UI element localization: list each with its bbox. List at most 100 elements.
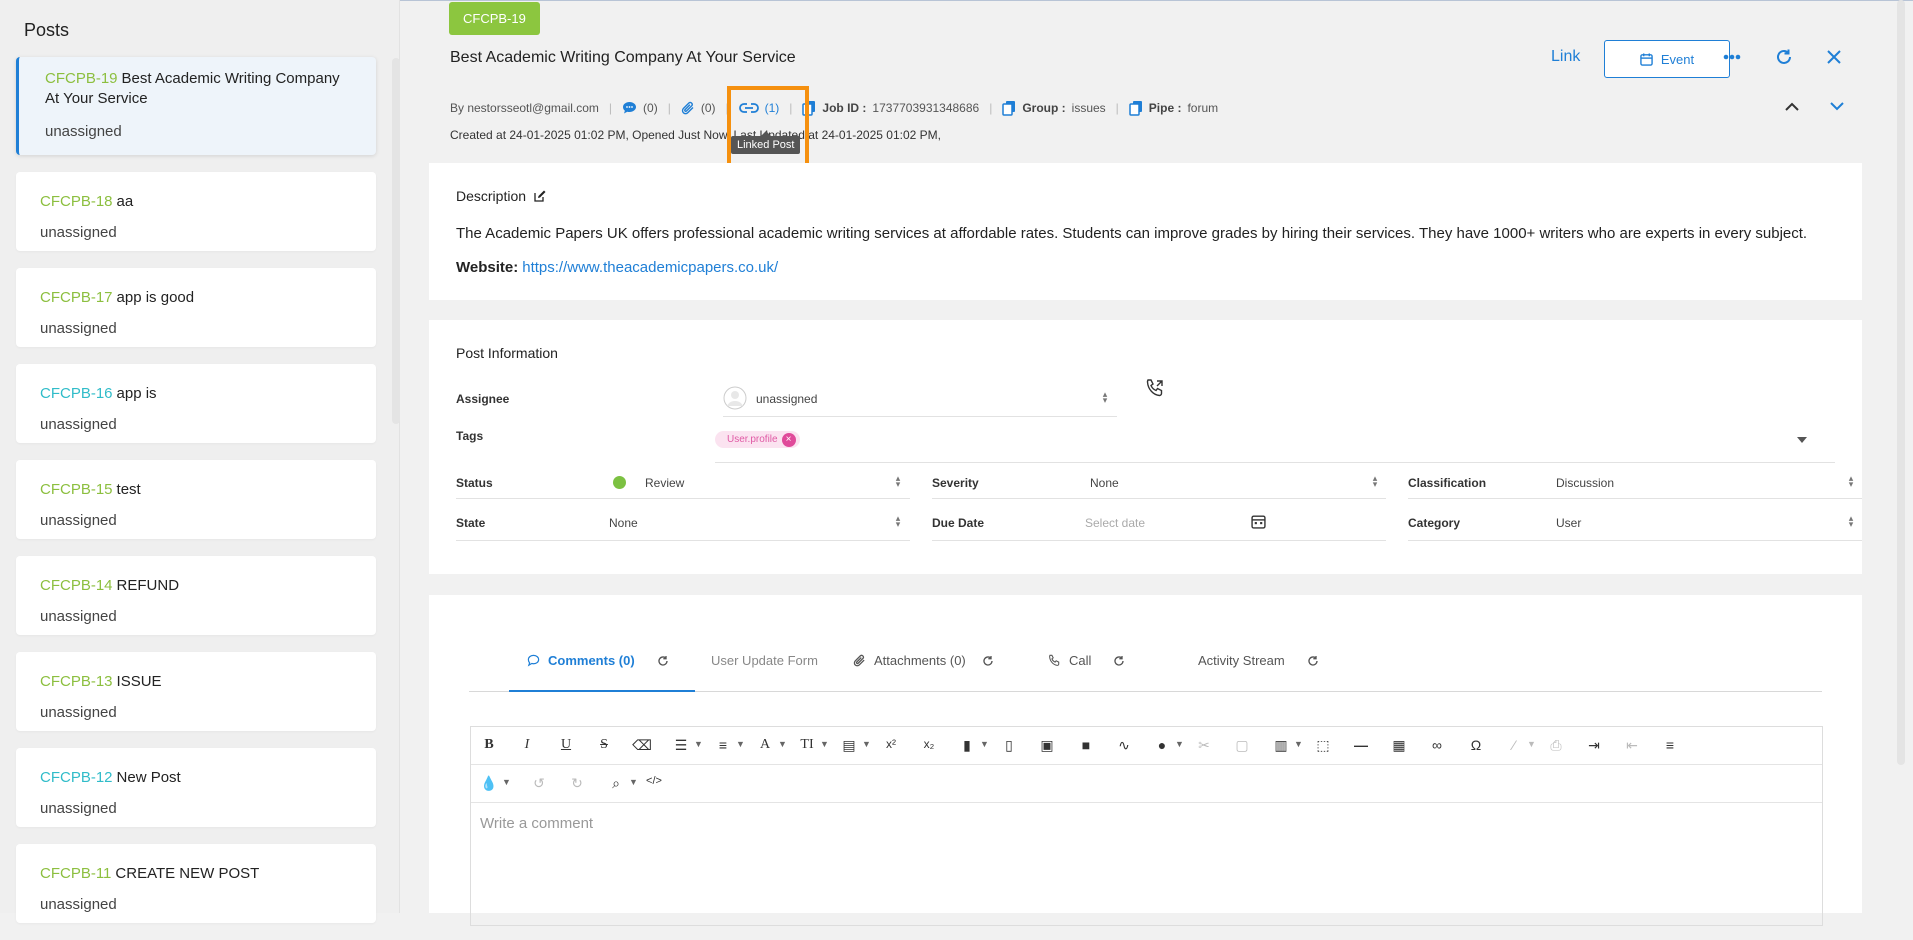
severity-select[interactable]: None [1090,476,1119,490]
bold-icon[interactable]: B [479,737,499,753]
post-card-cfcpb-15[interactable]: CFCPB-15 test unassigned [16,460,376,539]
chevron-down-icon[interactable]: ▼ [736,739,745,749]
edit-icon[interactable] [534,190,546,202]
sidebar-scrollbar[interactable] [392,58,400,424]
classification-select[interactable]: Discussion [1556,476,1614,490]
comments-count[interactable]: (0) [622,101,658,115]
copy-icon[interactable]: ▢ [1232,737,1252,754]
updown-icon[interactable]: ▴ ▾ [894,514,902,529]
cut-icon[interactable]: ✂ [1194,737,1214,754]
paste-icon[interactable]: ▥ [1271,737,1291,754]
chevron-down-icon[interactable]: ▼ [1294,739,1303,749]
state-select[interactable]: None [609,516,638,530]
post-card-cfcpb-11[interactable]: CFCPB-11 CREATE NEW POST unassigned [16,844,376,923]
source-code-icon[interactable]: </> [644,775,664,787]
post-card-cfcpb-13[interactable]: CFCPB-13 ISSUE unassigned [16,652,376,731]
calendar-icon[interactable] [1251,514,1266,529]
chevron-down-icon[interactable]: ▼ [1175,739,1184,749]
numbered-list-icon[interactable]: ≡ [713,737,733,753]
updown-icon[interactable]: ▴ ▾ [1847,474,1855,489]
status-select[interactable]: Review [645,476,684,490]
strikethrough-icon[interactable]: S [594,737,614,753]
redo-icon[interactable]: ↻ [567,775,587,792]
post-card-cfcpb-17[interactable]: CFCPB-17 app is good unassigned [16,268,376,347]
indent-icon[interactable]: ⇥ [1584,737,1604,754]
color-drop-icon[interactable]: 💧 [479,775,499,792]
post-card-cfcpb-18[interactable]: CFCPB-18 aa unassigned [16,172,376,251]
tab-user-update-form[interactable]: User Update Form [711,653,818,668]
horizontal-rule-icon[interactable]: — [1351,737,1371,753]
refresh-icon[interactable] [657,655,669,667]
paragraph-icon[interactable]: ▤ [839,737,859,754]
event-button[interactable]: Event [1604,40,1730,78]
tab-attachments[interactable]: Attachments (0) [853,653,994,668]
tab-activity-stream[interactable]: Activity Stream [1198,653,1319,668]
underline-icon[interactable]: U [556,737,576,753]
phone-call-icon[interactable] [1145,378,1165,398]
post-card-cfcpb-16[interactable]: CFCPB-16 app is unassigned [16,364,376,443]
post-card-cfcpb-19[interactable]: CFCPB-19 Best Academic Writing Company At… [16,57,376,155]
due-date-input[interactable]: Select date [1085,516,1145,530]
close-icon[interactable] [1826,49,1842,65]
main-scrollbar[interactable] [1897,0,1905,765]
chevron-down-icon[interactable]: ▼ [629,777,638,787]
special-character-icon[interactable]: Ω [1466,737,1486,753]
chevron-down-icon[interactable]: ▼ [502,777,511,787]
chevron-down-icon[interactable]: ▼ [980,739,989,749]
tab-comments[interactable]: Comments (0) [527,653,669,668]
link-icon[interactable]: ∞ [1427,737,1447,753]
refresh-icon[interactable] [1775,48,1793,66]
assignee-select[interactable]: unassigned [756,392,817,406]
table-icon[interactable]: ▦ [1389,737,1409,754]
updown-icon[interactable]: ▴ ▾ [1847,514,1855,529]
caret-down-icon[interactable] [1797,437,1807,443]
remove-tag-icon[interactable]: × [781,433,796,447]
print-icon[interactable]: ⎙ [1546,737,1566,754]
chevron-down-icon[interactable]: ▼ [862,739,871,749]
chevron-up-icon[interactable] [1785,102,1799,111]
select-all-icon[interactable]: ⬚ [1313,737,1333,754]
eraser-icon[interactable]: ⌫ [632,737,652,754]
video-icon[interactable]: ■ [1076,737,1096,753]
updown-icon[interactable]: ▴ ▾ [894,474,902,489]
more-icon[interactable] [1723,54,1741,60]
link-button[interactable]: Link [1551,48,1580,66]
magic-wand-icon[interactable]: ⁄ [1504,737,1524,753]
post-card-cfcpb-12[interactable]: CFCPB-12 New Post unassigned [16,748,376,827]
website-link[interactable]: https://www.theacademicpapers.co.uk/ [522,259,778,276]
attachments-count[interactable]: (0) [681,101,716,115]
signature-icon[interactable]: ∿ [1114,737,1134,754]
post-card-cfcpb-14[interactable]: CFCPB-14 REFUND unassigned [16,556,376,635]
comment-input[interactable]: Write a comment [480,815,593,832]
search-icon[interactable]: ⌕ [606,775,626,792]
updown-icon[interactable]: ▴ ▾ [1101,390,1109,405]
refresh-icon[interactable] [1113,655,1125,667]
tag-chip[interactable]: User.profile × [715,431,800,448]
copy-icon[interactable] [1129,100,1143,116]
font-size-icon[interactable]: TI [797,737,817,753]
italic-icon[interactable]: I [517,737,537,753]
microphone-icon[interactable]: ● [1152,737,1172,753]
category-label: Category [1408,516,1461,530]
bullet-list-icon[interactable]: ☰ [671,737,691,754]
text-block-icon[interactable]: ▮ [957,737,977,754]
align-left-icon[interactable]: ≡ [1660,737,1680,753]
chevron-down-icon[interactable] [1830,102,1844,111]
refresh-icon[interactable] [982,655,994,667]
copy-icon[interactable] [1002,100,1016,116]
chevron-down-icon[interactable]: ▼ [694,739,703,749]
refresh-icon[interactable] [1307,655,1319,667]
chevron-down-icon[interactable]: ▼ [1527,739,1536,749]
chevron-down-icon[interactable]: ▼ [778,739,787,749]
image-icon[interactable]: ▣ [1037,737,1057,754]
outdent-icon[interactable]: ⇤ [1622,737,1642,754]
undo-icon[interactable]: ↺ [529,775,549,792]
updown-icon[interactable]: ▴ ▾ [1371,474,1379,489]
category-select[interactable]: User [1556,516,1581,530]
file-icon[interactable]: ▯ [999,737,1019,754]
superscript-icon[interactable]: x² [881,737,901,751]
font-icon[interactable]: A [755,737,775,753]
subscript-icon[interactable]: x₂ [919,737,939,751]
chevron-down-icon[interactable]: ▼ [820,739,829,749]
tab-call[interactable]: Call [1048,653,1125,668]
